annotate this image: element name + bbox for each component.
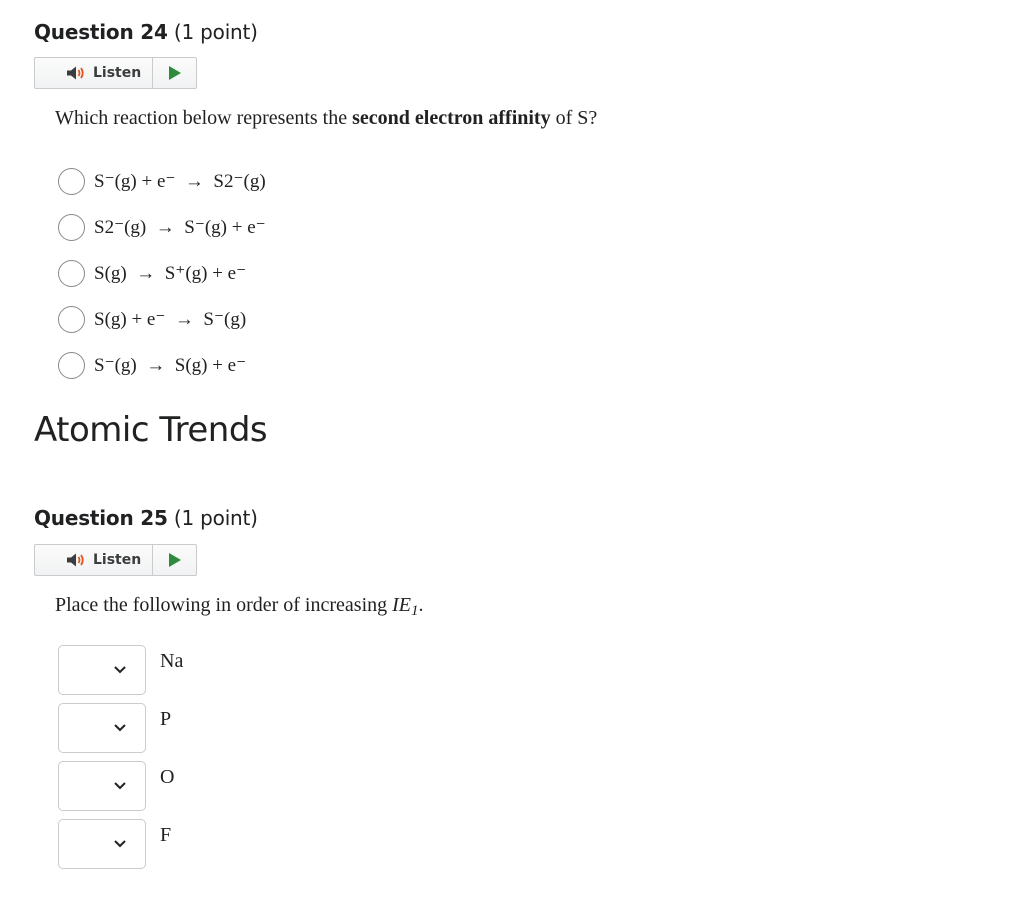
prompt-subscript: 1 <box>411 603 419 619</box>
play-icon <box>168 66 181 80</box>
listen-label: Listen <box>93 552 142 568</box>
question-number: Question 25 <box>34 506 168 530</box>
listen-label: Listen <box>93 65 142 81</box>
order-item-label: O <box>160 766 175 788</box>
chevron-down-icon <box>114 666 126 674</box>
answer-option-3[interactable]: S(g) → S⁺(g) + e⁻ <box>58 258 246 288</box>
answer-option-4[interactable]: S(g) + e⁻ → S⁻(g) <box>58 304 246 334</box>
play-button[interactable] <box>153 58 196 88</box>
order-dropdown[interactable] <box>58 761 146 811</box>
order-item-2: P <box>58 703 171 753</box>
prompt-text-end: of S? <box>550 107 598 129</box>
radio-button[interactable] <box>58 305 85 333</box>
answer-option-2[interactable]: S2⁻(g) → S⁻(g) + e⁻ <box>58 212 266 242</box>
answer-option-5[interactable]: S⁻(g) → S(g) + e⁻ <box>58 350 246 380</box>
order-dropdown[interactable] <box>58 645 146 695</box>
question-24-prompt: Which reaction below represents the seco… <box>55 107 597 130</box>
radio-button[interactable] <box>58 351 85 379</box>
question-25-title: Question 25 (1 point) <box>34 506 258 530</box>
answer-option-1[interactable]: S⁻(g) + e⁻ → S2⁻(g) <box>58 166 266 196</box>
order-dropdown[interactable] <box>58 819 146 869</box>
chevron-down-icon <box>114 724 126 732</box>
prompt-text: Place the following in order of increasi… <box>55 594 393 616</box>
order-dropdown[interactable] <box>58 703 146 753</box>
option-label: S(g) → S⁺(g) + e⁻ <box>94 262 247 284</box>
question-number: Question 24 <box>34 20 168 44</box>
question-points: (1 point) <box>173 20 258 44</box>
question-25-prompt: Place the following in order of increasi… <box>55 594 424 620</box>
radio-button[interactable] <box>58 259 85 287</box>
order-item-label: P <box>160 708 172 730</box>
prompt-text: Which reaction below represents the <box>55 107 353 129</box>
listen-button[interactable]: Listen <box>35 545 153 575</box>
order-item-3: O <box>58 761 174 811</box>
read-aloud-toolbar: Listen <box>34 57 197 89</box>
read-aloud-toolbar: Listen <box>34 544 197 576</box>
order-item-label: Na <box>160 650 184 672</box>
order-item-label: F <box>160 824 172 846</box>
question-24-title: Question 24 (1 point) <box>34 20 258 44</box>
option-label: S2⁻(g) → S⁻(g) + e⁻ <box>94 216 266 238</box>
speaker-icon <box>65 65 89 81</box>
play-icon <box>168 553 181 567</box>
radio-button[interactable] <box>58 167 85 195</box>
radio-button[interactable] <box>58 213 85 241</box>
question-points: (1 point) <box>173 506 258 530</box>
speaker-icon <box>65 552 89 568</box>
prompt-text-end: . <box>418 594 424 616</box>
order-item-1: Na <box>58 645 183 695</box>
order-item-4: F <box>58 819 171 869</box>
play-button[interactable] <box>153 545 196 575</box>
prompt-variable: IE <box>392 594 412 616</box>
option-label: S⁻(g) + e⁻ → S2⁻(g) <box>94 170 266 192</box>
chevron-down-icon <box>114 782 126 790</box>
option-label: S(g) + e⁻ → S⁻(g) <box>94 308 247 330</box>
listen-button[interactable]: Listen <box>35 58 153 88</box>
chevron-down-icon <box>114 840 126 848</box>
prompt-emphasis: second electron affinity <box>352 107 551 129</box>
option-label: S⁻(g) → S(g) + e⁻ <box>94 354 247 376</box>
section-heading: Atomic Trends <box>34 410 268 450</box>
